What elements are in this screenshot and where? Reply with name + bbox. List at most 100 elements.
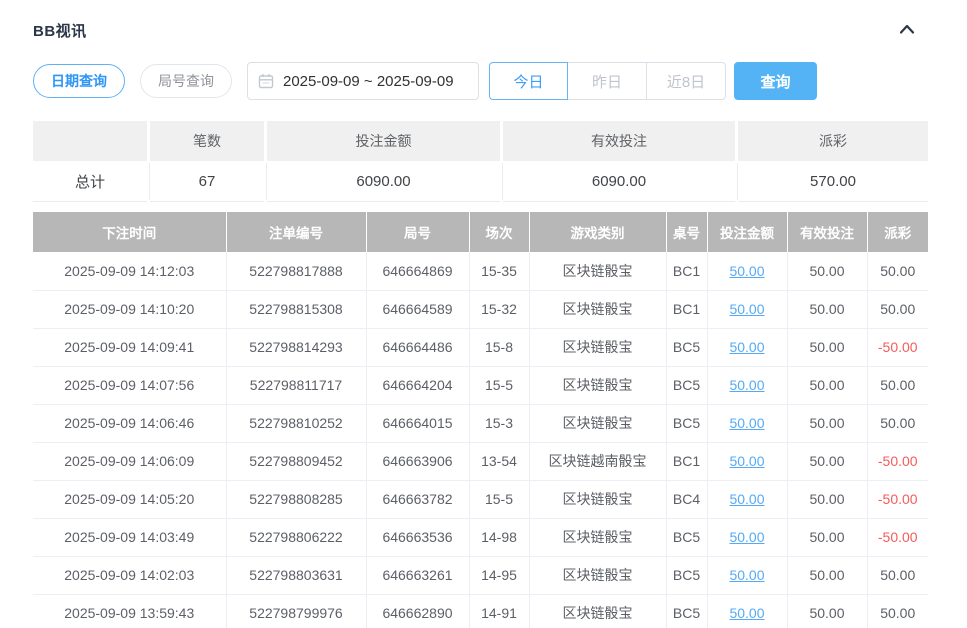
cell-game-type: 区块链骰宝: [529, 518, 666, 556]
cell-valid-bet: 50.00: [787, 480, 867, 518]
records-table: 下注时间 注单编号 局号 场次 游戏类别 桌号 投注金额 有效投注 派彩 202…: [33, 212, 928, 628]
cell-session: 14-91: [469, 594, 529, 628]
cell-game-type: 区块链骰宝: [529, 594, 666, 628]
cell-order-no: 522798817888: [226, 252, 366, 290]
cell-session: 14-98: [469, 518, 529, 556]
collapse-button[interactable]: [894, 21, 920, 40]
cell-order-no: 522798803631: [226, 556, 366, 594]
cell-bet-amount: 50.00: [707, 556, 787, 594]
cell-valid-bet: 50.00: [787, 518, 867, 556]
calendar-icon: [258, 73, 274, 89]
bet-amount-link[interactable]: 50.00: [729, 529, 764, 545]
date-range-input[interactable]: 2025-09-09 ~ 2025-09-09: [247, 62, 479, 100]
table-row: 2025-09-09 14:03:49 522798806222 6466635…: [33, 518, 928, 556]
cell-game-type: 区块链骰宝: [529, 480, 666, 518]
cell-payout: -50.00: [867, 518, 928, 556]
summary-total-label: 总计: [33, 161, 147, 202]
col-bet-time: 下注时间: [33, 212, 226, 252]
summary-header-valid-bet: 有效投注: [503, 121, 735, 161]
filter-bar: 日期查询 局号查询 2025-09-09 ~ 2025-09-09 今日 昨日 …: [33, 62, 928, 100]
bet-amount-link[interactable]: 50.00: [729, 301, 764, 317]
panel-header: BB视讯: [33, 20, 928, 40]
cell-round-no: 646664486: [366, 328, 469, 366]
search-button[interactable]: 查询: [734, 62, 817, 100]
bet-amount-link[interactable]: 50.00: [729, 605, 764, 621]
table-row: 2025-09-09 14:06:09 522798809452 6466639…: [33, 442, 928, 480]
table-row: 2025-09-09 14:07:56 522798811717 6466642…: [33, 366, 928, 404]
col-valid-bet: 有效投注: [787, 212, 867, 252]
round-query-pill[interactable]: 局号查询: [140, 64, 232, 98]
cell-order-no: 522798799976: [226, 594, 366, 628]
summary-table: 笔数 投注金额 有效投注 派彩 总计 67 6090.00 6090.00 57…: [33, 121, 928, 202]
bet-amount-link[interactable]: 50.00: [729, 491, 764, 507]
cell-game-type: 区块链骰宝: [529, 556, 666, 594]
summary-header-count: 笔数: [150, 121, 264, 161]
summary-total-payout: 570.00: [738, 161, 928, 202]
bet-amount-link[interactable]: 50.00: [729, 377, 764, 393]
cell-bet-amount: 50.00: [707, 518, 787, 556]
cell-round-no: 646662890: [366, 594, 469, 628]
cell-session: 15-5: [469, 480, 529, 518]
cell-table-no: BC5: [666, 556, 707, 594]
cell-round-no: 646664869: [366, 252, 469, 290]
records-header: 下注时间 注单编号 局号 场次 游戏类别 桌号 投注金额 有效投注 派彩: [33, 212, 928, 252]
col-game-type: 游戏类别: [529, 212, 666, 252]
cell-payout: 50.00: [867, 594, 928, 628]
cell-session: 15-32: [469, 290, 529, 328]
cell-bet-amount: 50.00: [707, 290, 787, 328]
quick-button-yesterday[interactable]: 昨日: [568, 62, 647, 100]
cell-round-no: 646663782: [366, 480, 469, 518]
bet-amount-link[interactable]: 50.00: [729, 567, 764, 583]
cell-table-no: BC1: [666, 252, 707, 290]
cell-bet-amount: 50.00: [707, 404, 787, 442]
cell-bet-amount: 50.00: [707, 366, 787, 404]
cell-round-no: 646663536: [366, 518, 469, 556]
chevron-up-icon: [898, 23, 916, 35]
col-order-no: 注单编号: [226, 212, 366, 252]
cell-bet-time: 2025-09-09 14:07:56: [33, 366, 226, 404]
cell-bet-amount: 50.00: [707, 480, 787, 518]
quick-button-last8days[interactable]: 近8日: [647, 62, 726, 100]
summary-total-bet-amount: 6090.00: [267, 161, 500, 202]
bet-amount-link[interactable]: 50.00: [729, 415, 764, 431]
panel-title: BB视讯: [33, 20, 87, 41]
cell-order-no: 522798815308: [226, 290, 366, 328]
cell-order-no: 522798810252: [226, 404, 366, 442]
cell-bet-time: 2025-09-09 14:06:09: [33, 442, 226, 480]
cell-table-no: BC5: [666, 404, 707, 442]
bet-amount-link[interactable]: 50.00: [729, 453, 764, 469]
cell-table-no: BC5: [666, 518, 707, 556]
cell-bet-time: 2025-09-09 14:09:41: [33, 328, 226, 366]
summary-total-valid-bet: 6090.00: [503, 161, 735, 202]
summary-header-bet-amount: 投注金额: [267, 121, 500, 161]
cell-session: 13-54: [469, 442, 529, 480]
table-row: 2025-09-09 14:05:20 522798808285 6466637…: [33, 480, 928, 518]
cell-round-no: 646664589: [366, 290, 469, 328]
cell-game-type: 区块链骰宝: [529, 252, 666, 290]
cell-valid-bet: 50.00: [787, 252, 867, 290]
cell-round-no: 646663906: [366, 442, 469, 480]
records-tbody: 2025-09-09 14:12:03 522798817888 6466648…: [33, 252, 928, 628]
cell-payout: 50.00: [867, 556, 928, 594]
date-query-pill[interactable]: 日期查询: [33, 64, 125, 98]
bet-amount-link[interactable]: 50.00: [729, 263, 764, 279]
cell-payout: -50.00: [867, 480, 928, 518]
cell-payout: 50.00: [867, 290, 928, 328]
cell-order-no: 522798809452: [226, 442, 366, 480]
cell-session: 15-8: [469, 328, 529, 366]
cell-game-type: 区块链骰宝: [529, 404, 666, 442]
col-table-no: 桌号: [666, 212, 707, 252]
cell-table-no: BC4: [666, 480, 707, 518]
cell-valid-bet: 50.00: [787, 404, 867, 442]
table-row: 2025-09-09 14:10:20 522798815308 6466645…: [33, 290, 928, 328]
cell-game-type: 区块链骰宝: [529, 366, 666, 404]
cell-bet-amount: 50.00: [707, 594, 787, 628]
cell-table-no: BC1: [666, 290, 707, 328]
bet-amount-link[interactable]: 50.00: [729, 339, 764, 355]
col-payout: 派彩: [867, 212, 928, 252]
cell-game-type: 区块链骰宝: [529, 328, 666, 366]
col-session: 场次: [469, 212, 529, 252]
cell-payout: 50.00: [867, 404, 928, 442]
cell-order-no: 522798806222: [226, 518, 366, 556]
quick-button-today[interactable]: 今日: [489, 62, 568, 100]
